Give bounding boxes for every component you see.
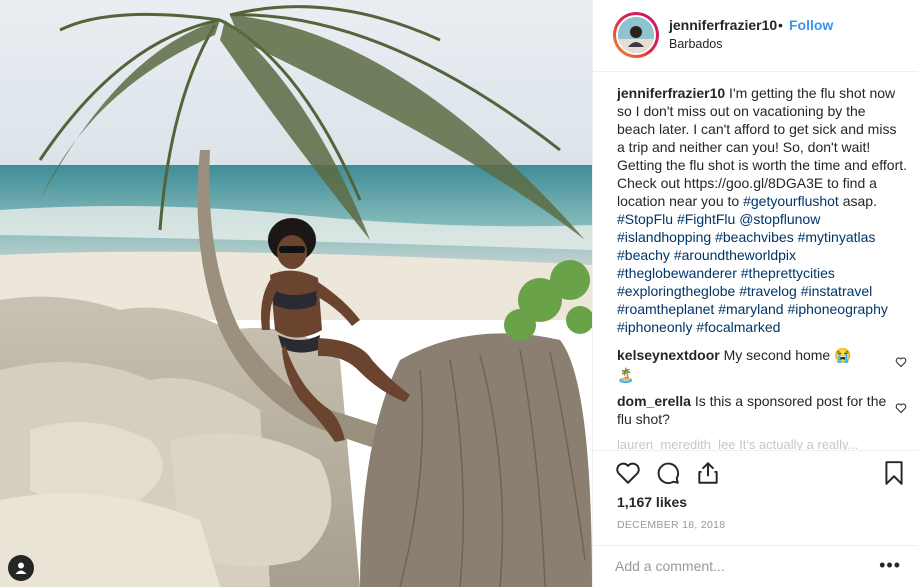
beach-photo-illustration — [0, 0, 592, 587]
hashtag-link[interactable]: #focalmarked — [696, 319, 780, 335]
comment-username[interactable]: dom_erella — [617, 393, 691, 409]
hashtag-link[interactable]: #theprettycities — [741, 265, 835, 281]
add-comment-bar: ••• — [593, 545, 918, 587]
likes-count[interactable]: 1,167 likes — [617, 494, 687, 510]
comment-like-heart-icon[interactable] — [895, 356, 907, 368]
heart-icon[interactable] — [615, 460, 641, 486]
hashtag-link[interactable]: #mytinyatlas — [798, 229, 876, 245]
hashtag-link[interactable]: @stopflunow — [739, 211, 820, 227]
add-comment-input[interactable] — [615, 558, 855, 574]
share-icon[interactable] — [695, 460, 721, 486]
caption-text: I'm getting the flu shot now so I don't … — [617, 85, 907, 209]
hashtag-link[interactable]: #iphoneonly — [617, 319, 693, 335]
hashtag-link[interactable]: #instatravel — [801, 283, 873, 299]
hashtag-link[interactable]: #FightFlu — [677, 211, 735, 227]
hashtag-link[interactable]: #theglobewanderer — [617, 265, 737, 281]
post-header: jenniferfrazier10 • Follow Barbados — [593, 0, 918, 72]
hashtag-link[interactable]: #maryland — [718, 301, 783, 317]
comment-username[interactable]: kelseynextdoor — [617, 347, 720, 363]
avatar[interactable] — [616, 15, 656, 55]
hashtag-link[interactable]: #StopFlu — [617, 211, 673, 227]
action-bar-divider — [593, 450, 918, 451]
post-photo[interactable] — [0, 0, 592, 587]
comments-list[interactable]: jenniferfrazier10 I'm getting the flu sh… — [617, 84, 907, 450]
hashtag-link[interactable]: #islandhopping — [617, 229, 711, 245]
user-tag-icon[interactable] — [8, 555, 34, 581]
hashtag-link[interactable]: #travelog — [739, 283, 797, 299]
avatar-image — [618, 17, 654, 53]
more-options-button[interactable]: ••• — [879, 556, 901, 574]
comment-text: My second home 😭 — [719, 347, 852, 363]
story-ring[interactable] — [613, 12, 659, 58]
post-side-panel: jenniferfrazier10 • Follow Barbados jenn… — [592, 0, 918, 587]
comment-item: kelseynextdoor My second home 😭 🏝️ — [617, 346, 907, 384]
hashtag-link[interactable]: #beachvibes — [715, 229, 794, 245]
comment-emoji: 🏝️ — [617, 367, 635, 383]
bookmark-icon[interactable] — [881, 460, 907, 486]
header-username[interactable]: jenniferfrazier10 — [669, 17, 777, 33]
follow-button[interactable]: Follow — [789, 17, 833, 33]
instagram-post: jenniferfrazier10 • Follow Barbados jenn… — [0, 0, 918, 587]
header-separator: • — [778, 17, 783, 33]
hashtag-link[interactable]: #beachy — [617, 247, 670, 263]
hashtag-link[interactable]: #roamtheplanet — [617, 301, 714, 317]
caption-hashtags: #getyourflushot asap. #StopFlu #FightFlu… — [617, 193, 888, 335]
hashtag-link[interactable]: #aroundtheworldpix — [674, 247, 796, 263]
comment-item-partial: lauren_meredith_lee It's actually a real… — [617, 437, 859, 450]
comment-like-heart-icon[interactable] — [895, 402, 907, 414]
post-date[interactable]: DECEMBER 18, 2018 — [617, 519, 725, 531]
comment-item: dom_erella Is this a sponsored post for … — [617, 392, 907, 428]
hashtag-link[interactable]: #getyourflushot — [743, 193, 839, 209]
hashtag-link[interactable]: #exploringtheglobe — [617, 283, 735, 299]
location-link[interactable]: Barbados — [669, 37, 723, 51]
comment-bubble-icon[interactable] — [655, 460, 681, 486]
caption-username[interactable]: jenniferfrazier10 — [617, 85, 725, 101]
hashtag-link[interactable]: #iphoneography — [787, 301, 887, 317]
caption-text-fragment: asap. — [838, 193, 877, 209]
person-glyph-icon — [15, 562, 27, 574]
caption: jenniferfrazier10 I'm getting the flu sh… — [617, 84, 907, 336]
